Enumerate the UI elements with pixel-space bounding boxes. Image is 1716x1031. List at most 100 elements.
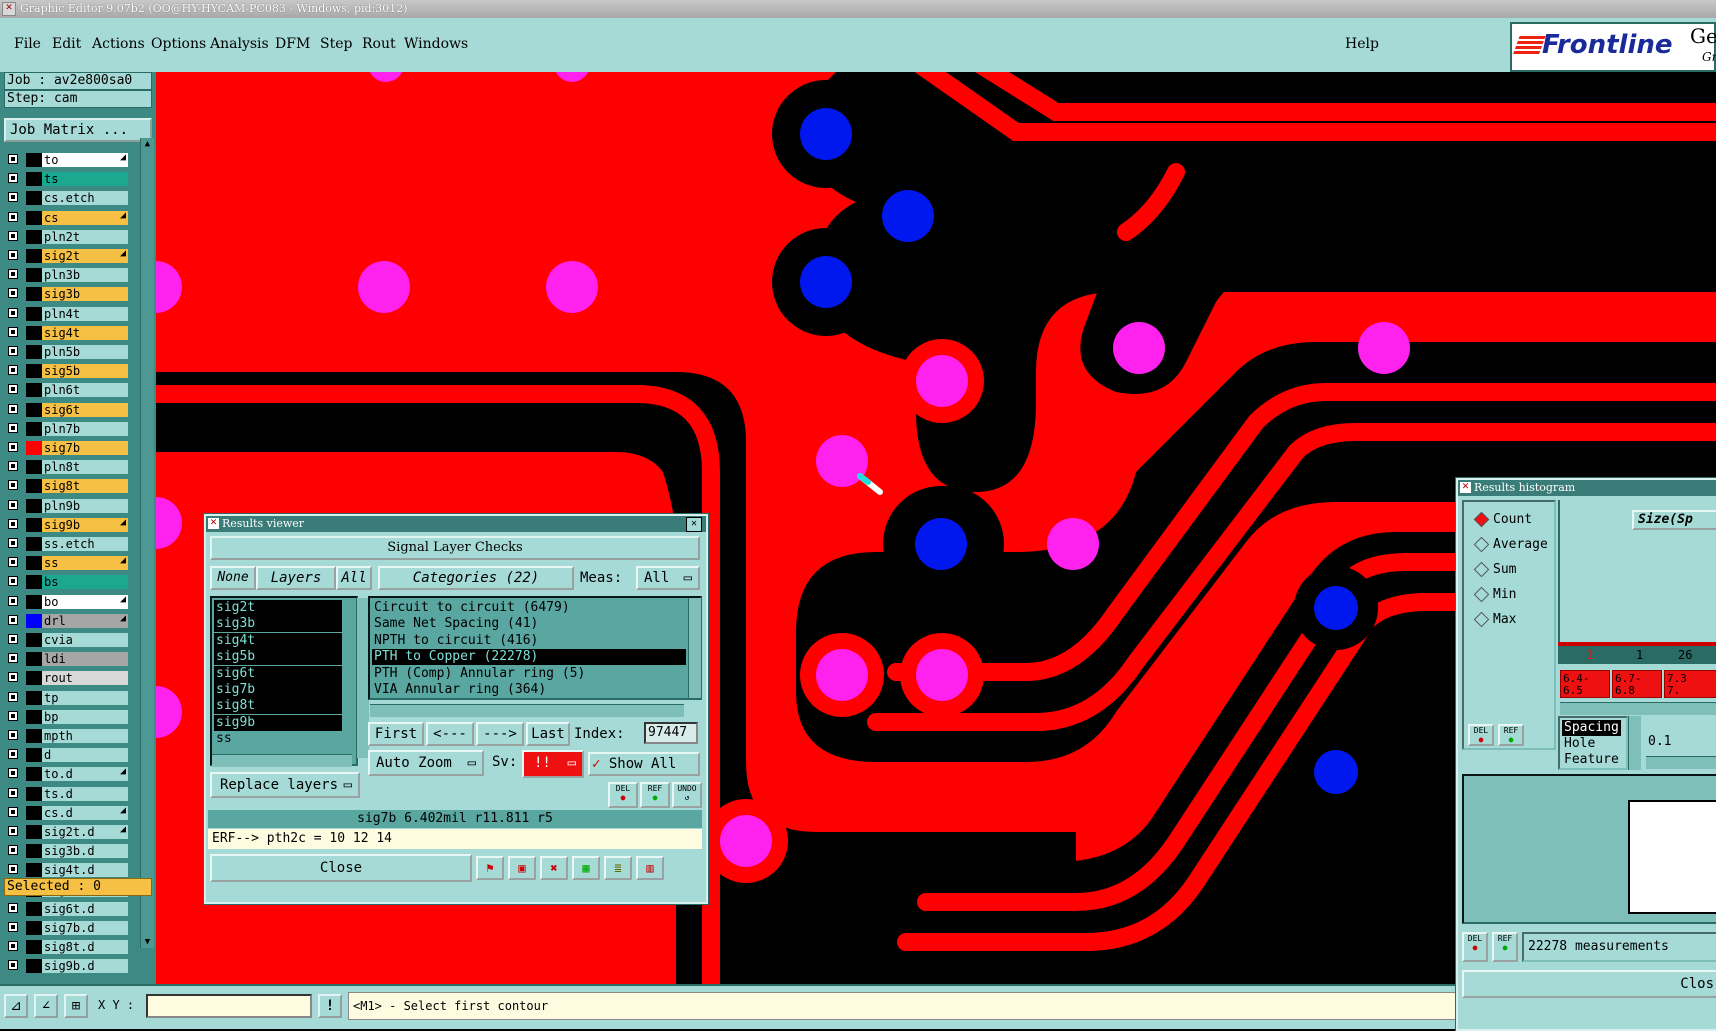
result-layer-item[interactable]: sig4t bbox=[214, 632, 342, 649]
layer-checkbox[interactable] bbox=[8, 518, 18, 529]
layer-row[interactable]: bo ◢ bbox=[4, 594, 130, 610]
result-layer-item[interactable]: sig2t bbox=[214, 600, 342, 616]
index-input[interactable]: 97447 bbox=[644, 722, 698, 744]
layer-checkbox[interactable] bbox=[8, 768, 18, 779]
step-slider[interactable] bbox=[1646, 756, 1716, 769]
histogram-close-button[interactable]: Clos bbox=[1462, 970, 1716, 998]
layer-row[interactable]: sig4t bbox=[4, 325, 130, 341]
menu-step[interactable]: Step bbox=[320, 36, 352, 52]
measure-tool-icon[interactable]: ∠ bbox=[34, 994, 58, 1018]
layer-checkbox[interactable] bbox=[8, 288, 18, 299]
layer-checkbox[interactable] bbox=[8, 365, 18, 376]
menu-actions[interactable]: Actions bbox=[92, 36, 145, 52]
attr-scrollbar[interactable] bbox=[1628, 716, 1641, 770]
attr-spacing[interactable]: Spacing bbox=[1562, 720, 1621, 736]
undo-button[interactable]: UNDO ↺ bbox=[672, 782, 702, 808]
layer-row[interactable]: cs ◢ bbox=[4, 210, 130, 226]
category-hscroll[interactable] bbox=[370, 704, 684, 717]
layer-row[interactable]: to.d ◢ bbox=[4, 766, 130, 782]
monitor-icon[interactable]: ▣ bbox=[508, 856, 536, 880]
mode-max[interactable]: Max bbox=[1473, 611, 1516, 628]
xy-input[interactable] bbox=[146, 994, 312, 1018]
layer-checkbox[interactable] bbox=[8, 173, 18, 184]
layer-checkbox[interactable] bbox=[8, 422, 18, 433]
menu-help[interactable]: Help bbox=[1345, 36, 1379, 52]
result-layer-item[interactable]: sig5b bbox=[214, 649, 342, 666]
layer-row[interactable]: to ◢ bbox=[4, 152, 130, 168]
results-viewer-close-icon[interactable]: ✕ bbox=[686, 517, 702, 532]
del-button[interactable]: DEL ● bbox=[608, 782, 638, 808]
mode-average[interactable]: Average bbox=[1473, 536, 1548, 553]
replace-layers-select[interactable]: Replace layers ▭ bbox=[210, 772, 360, 798]
layer-results-hscroll[interactable] bbox=[212, 754, 352, 767]
category-item[interactable]: PTH to Copper (22278) bbox=[372, 649, 686, 666]
layer-checkbox[interactable] bbox=[8, 538, 18, 548]
categories-button[interactable]: Categories (22) bbox=[378, 566, 574, 590]
delete-icon[interactable]: ✖ bbox=[540, 856, 568, 880]
histogram-hscroll[interactable] bbox=[1560, 702, 1716, 715]
menu-dfm[interactable]: DFM bbox=[275, 36, 310, 52]
hist-ref-button[interactable]: REF ● bbox=[1498, 724, 1524, 746]
layer-row[interactable]: pln6t bbox=[4, 382, 130, 398]
layer-checkbox[interactable] bbox=[8, 806, 18, 817]
layer-row[interactable]: pln3b bbox=[4, 267, 130, 283]
app-x-icon[interactable]: ✕ bbox=[2, 2, 16, 16]
layer-list-scrollbar[interactable]: ▲ ▼ bbox=[140, 138, 154, 948]
result-layer-item[interactable]: ss bbox=[214, 731, 342, 747]
layer-row[interactable]: d bbox=[4, 747, 130, 763]
attr-feature[interactable]: Feature bbox=[1562, 752, 1621, 768]
layer-checkbox[interactable] bbox=[8, 614, 18, 625]
layer-checkbox[interactable] bbox=[8, 461, 18, 472]
result-layer-item[interactable]: sig6t bbox=[214, 665, 342, 682]
layer-checkbox[interactable] bbox=[8, 787, 18, 798]
bin-1[interactable]: 6.4- 6.5 bbox=[1560, 670, 1610, 698]
layer-checkbox[interactable] bbox=[8, 826, 18, 836]
result-layer-item[interactable]: sig9b bbox=[214, 714, 342, 731]
layer-row[interactable]: sig6t.d bbox=[4, 901, 130, 917]
mode-count[interactable]: Count bbox=[1473, 511, 1532, 528]
category-item[interactable]: Same Net Spacing (41) bbox=[372, 616, 686, 632]
menu-options[interactable]: Options bbox=[151, 36, 206, 52]
meas-select[interactable]: All ▭ bbox=[636, 566, 700, 590]
size-select[interactable]: Size(Sp bbox=[1632, 510, 1716, 530]
layer-checkbox[interactable] bbox=[8, 902, 18, 913]
layer-row[interactable]: ts.d bbox=[4, 786, 130, 802]
layer-row[interactable]: pln4t bbox=[4, 306, 130, 322]
category-item[interactable]: Circuit to circuit (6479) bbox=[372, 600, 686, 616]
layer-checkbox[interactable] bbox=[8, 634, 18, 644]
results-viewer-title-bar[interactable]: ✕ Results viewer bbox=[206, 516, 706, 532]
layer-checkbox[interactable] bbox=[8, 691, 18, 702]
scroll-up-icon[interactable]: ▲ bbox=[142, 138, 153, 150]
layer-checkbox[interactable] bbox=[8, 307, 18, 318]
layer-checkbox[interactable] bbox=[8, 442, 18, 452]
layer-row[interactable]: pln9b bbox=[4, 498, 130, 514]
severity-select[interactable]: !! ▭ bbox=[522, 750, 584, 778]
layer-row[interactable]: pln7b bbox=[4, 421, 130, 437]
layer-checkbox[interactable] bbox=[8, 499, 18, 510]
layer-row[interactable]: mpth bbox=[4, 728, 130, 744]
histogram-title-bar[interactable]: ✕ Results histogram bbox=[1458, 480, 1716, 496]
layer-checkbox[interactable] bbox=[8, 960, 18, 971]
all-button[interactable]: All bbox=[336, 566, 372, 590]
prev-button[interactable]: <--- bbox=[426, 722, 474, 746]
report-icon[interactable]: ≣ bbox=[604, 856, 632, 880]
layer-checkbox[interactable] bbox=[8, 403, 18, 414]
window-x-icon[interactable]: ✕ bbox=[208, 518, 219, 529]
layer-row[interactable]: bs bbox=[4, 574, 130, 590]
layer-checkbox[interactable] bbox=[8, 346, 18, 356]
menu-windows[interactable]: Windows bbox=[404, 36, 468, 52]
layer-row[interactable]: cvia bbox=[4, 632, 130, 648]
layer-checkbox[interactable] bbox=[8, 576, 18, 587]
category-item[interactable]: VIA Annular ring (364) bbox=[372, 682, 686, 698]
layer-checkbox[interactable] bbox=[8, 326, 18, 337]
window-x-icon[interactable]: ✕ bbox=[1460, 482, 1471, 493]
mode-sum[interactable]: Sum bbox=[1473, 561, 1516, 578]
layer-checkbox[interactable] bbox=[8, 845, 18, 856]
ref-button[interactable]: REF ● bbox=[640, 782, 670, 808]
layer-checkbox[interactable] bbox=[8, 384, 18, 395]
bin-3[interactable]: 7.3 7. bbox=[1664, 670, 1716, 698]
flag-icon[interactable]: ⚑ bbox=[476, 856, 504, 880]
layer-row[interactable]: sig9b.d bbox=[4, 958, 130, 974]
category-scrollbar[interactable] bbox=[688, 598, 701, 698]
none-button[interactable]: None bbox=[210, 566, 256, 590]
